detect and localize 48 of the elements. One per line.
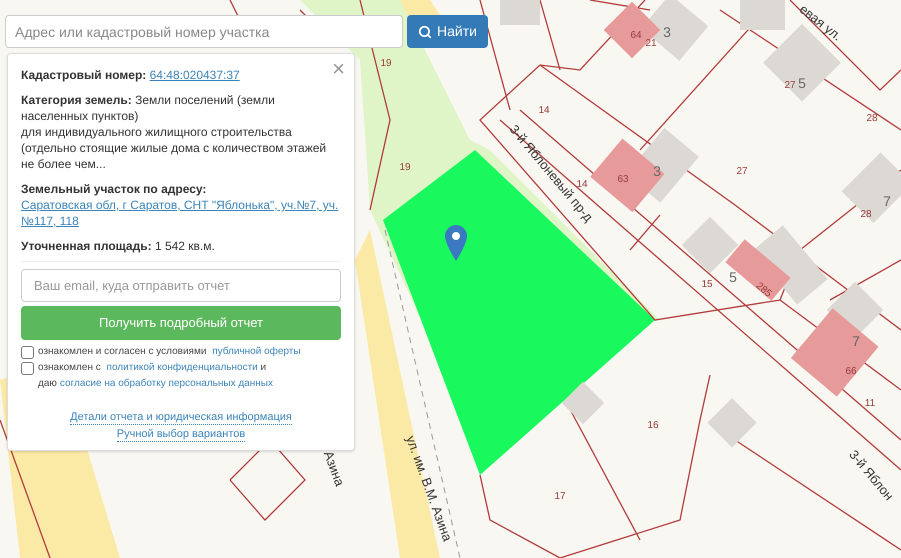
map-label: 63	[617, 174, 629, 185]
map-label: 28	[866, 113, 878, 124]
map-label: 14	[538, 105, 550, 116]
map-label: 5	[798, 75, 806, 91]
map-label: 27	[736, 166, 748, 177]
map-label: 5	[729, 269, 737, 285]
map-label: 285	[754, 280, 774, 300]
email-field[interactable]: Ваш email, куда отправить отчет	[21, 269, 341, 302]
map-label: 7	[852, 333, 860, 349]
map-label: 3	[653, 163, 661, 179]
plot-area: Уточненная площадь: 1 542 кв.м.	[21, 238, 341, 254]
map-label: 19	[380, 58, 392, 69]
plot-address: Земельный участок по адресу: Саратовская обл, г Саратов, СНТ "Яблонька", уч.№7, уч.№117, 118	[21, 181, 341, 229]
map-label: 21	[645, 38, 657, 49]
report-button[interactable]: Получить подробный отчет	[21, 306, 341, 340]
cadastral-link[interactable]: 64:48:020437:37	[150, 68, 240, 82]
address-link[interactable]: Саратовская обл, г Саратов, СНТ "Яблонька", уч.№7, уч.№117, 118	[21, 197, 341, 229]
agreement-text: ознакомлен и согласен с условиями публичной оферты	[38, 345, 301, 359]
map-label: 27	[784, 80, 796, 91]
footer-link[interactable]: Ручной выбор вариантов	[116, 427, 246, 442]
land-use: для индивидуального жилищного строительства (отдельно стоящие жилые дома с количеством этажей не более чем...	[21, 124, 328, 172]
agreement-link[interactable]: политикой конфиденциальности	[106, 362, 258, 373]
agreement-link[interactable]: публичной оферты	[212, 346, 301, 357]
footer-link[interactable]: Детали отчета и юридическая информация	[70, 410, 292, 425]
map-label: 11	[864, 398, 876, 409]
map-label: 19	[399, 162, 411, 173]
map-label: 64	[630, 30, 642, 41]
search-button[interactable]: Найти	[407, 15, 488, 48]
close-button[interactable]: ×	[332, 58, 345, 80]
map-pin-icon[interactable]	[445, 225, 467, 261]
map-label: 14	[576, 179, 588, 190]
map-label: 28	[860, 209, 872, 220]
map-label: 66	[845, 366, 857, 377]
agreement-text: ознакомлен с политикой конфиденциальности и даю согласие на обработку персональных данных	[38, 361, 274, 391]
checkbox[interactable]	[21, 346, 34, 359]
map-label: 7	[883, 193, 891, 209]
map-label: 16	[647, 420, 659, 431]
map-label: 3	[663, 24, 671, 40]
street-label: Азина	[320, 448, 348, 488]
map-label: 15	[701, 279, 713, 290]
street-label: ул. им. В.М. Азина	[403, 434, 456, 544]
checkbox[interactable]	[21, 362, 34, 375]
search-icon	[418, 24, 432, 38]
street-label: евая ул.	[796, 1, 845, 44]
agreement-link[interactable]: согласие на обработку персональных данных	[60, 378, 273, 389]
map-label: 17	[554, 491, 566, 502]
search-field[interactable]: Адрес или кадастровый номер участка	[5, 15, 403, 48]
land-category: Категория земель: Земли поселений (земли населенных пунктов)	[21, 92, 276, 124]
